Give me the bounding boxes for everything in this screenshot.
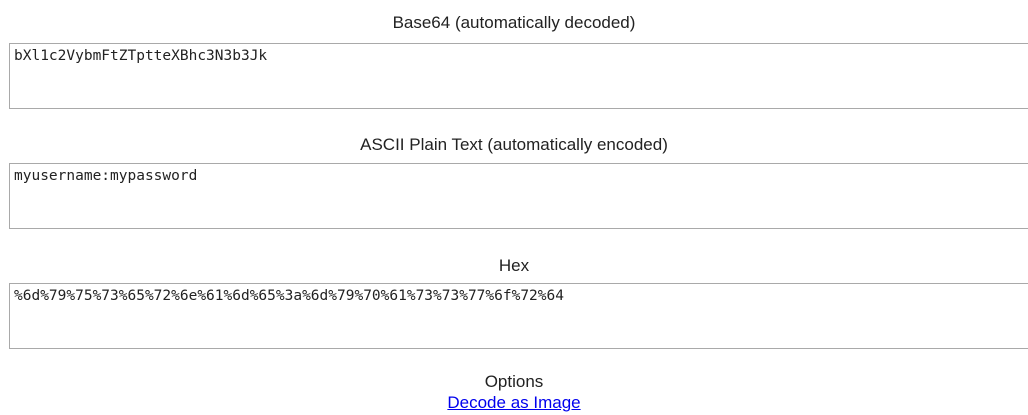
ascii-label: ASCII Plain Text (automatically encoded) xyxy=(360,135,668,154)
ascii-textarea[interactable]: myusername:mypassword xyxy=(9,163,1028,229)
base64-textarea[interactable]: bXl1c2VybmFtZTptteXBhc3N3b3Jk xyxy=(9,43,1028,109)
options-label: Options xyxy=(484,372,544,391)
base64-label: Base64 (automatically decoded) xyxy=(392,13,636,32)
hex-textarea[interactable]: %6d%79%75%73%65%72%6e%61%6d%65%3a%6d%79%… xyxy=(9,283,1028,349)
hex-label: Hex xyxy=(498,256,530,275)
decode-as-image-link[interactable]: Decode as Image xyxy=(447,393,580,412)
decode-link-container: Decode as Image xyxy=(0,393,1028,413)
